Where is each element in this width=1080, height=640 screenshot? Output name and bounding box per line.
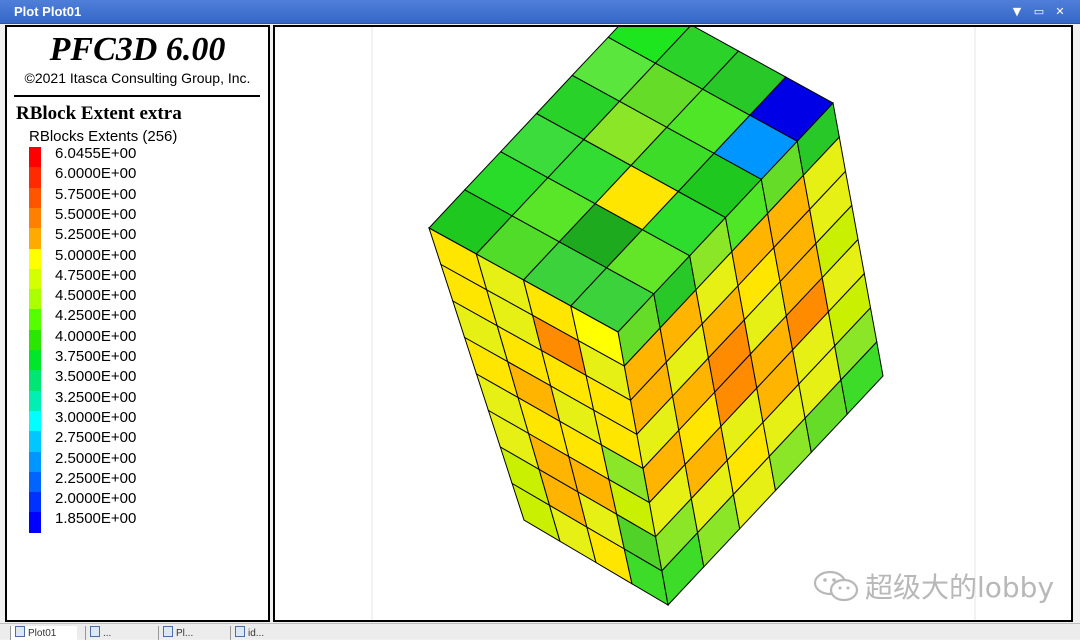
scale-label: 4.5000E+00	[55, 287, 137, 305]
scale-swatch	[29, 451, 41, 473]
watermark-text: 超级大的lobby	[865, 571, 1055, 604]
restore-icon[interactable]: ▭	[1030, 3, 1048, 20]
plot-icon	[15, 626, 25, 637]
scale-label: 4.2500E+00	[55, 307, 137, 325]
scale-label: 3.0000E+00	[55, 408, 137, 426]
scale-swatch	[29, 329, 41, 351]
scale-swatch	[29, 410, 41, 432]
scale-swatch	[29, 431, 41, 453]
scale-label: 4.7500E+00	[55, 266, 137, 284]
document-icon	[235, 626, 245, 637]
scale-label: 3.7500E+00	[55, 348, 137, 365]
scale-swatch	[29, 471, 41, 493]
window-title: Plot Plot01	[14, 4, 82, 19]
scale-label: 2.7500E+00	[55, 429, 137, 447]
legend-divider	[14, 95, 260, 97]
scale-label: 2.0000E+00	[55, 490, 137, 508]
scale-label: 3.2500E+00	[55, 388, 137, 406]
tab-label: Plot01	[28, 628, 57, 639]
scale-label: 5.2500E+00	[55, 226, 137, 244]
scale-label: 5.0000E+00	[55, 246, 137, 264]
scale-swatch	[29, 268, 41, 290]
app-name: PFC3D 6.00	[49, 31, 226, 68]
scale-label: 6.0000E+00	[55, 165, 137, 183]
copyright-text: ©2021 Itasca Consulting Group, Inc.	[24, 70, 251, 86]
scale-swatch	[29, 147, 41, 168]
legend-panel: PFC3D 6.00 ©2021 Itasca Consulting Group…	[5, 25, 270, 622]
scale-swatch	[29, 289, 41, 311]
scale-label: 5.7500E+00	[55, 185, 137, 203]
window-title-bar[interactable]: Plot Plot01 ▼ ▭ ✕	[0, 0, 1080, 24]
rblock-assembly	[428, 27, 884, 607]
3d-block-plot[interactable]	[275, 27, 1071, 620]
tab-label: ...	[103, 628, 112, 639]
scale-label: 1.8500E+00	[55, 510, 137, 528]
document-icon	[90, 626, 100, 637]
bottom-tab-strip: Plot01 ... Pl... id...	[0, 623, 1080, 640]
scale-swatch	[29, 207, 41, 229]
scale-swatch	[29, 350, 41, 371]
scale-swatch	[29, 187, 41, 209]
scale-label: 3.5000E+00	[55, 368, 137, 386]
scale-swatch	[29, 228, 41, 250]
scale-label: 4.0000E+00	[55, 327, 137, 345]
scale-swatch	[29, 309, 41, 331]
scale-label: 2.5000E+00	[55, 449, 137, 467]
close-icon[interactable]: ✕	[1051, 3, 1069, 20]
scale-swatch	[29, 248, 41, 270]
scale-swatch	[29, 370, 41, 392]
legend-subtitle: RBlocks Extents (256)	[29, 128, 178, 145]
tab-label: Pl...	[176, 628, 194, 639]
legend-title: RBlock Extent extra	[16, 103, 182, 124]
tab-label: id...	[248, 628, 265, 639]
document-icon	[163, 626, 173, 637]
scale-label: 5.5000E+00	[55, 205, 137, 223]
scale-swatch	[29, 492, 41, 514]
scale-swatch	[29, 390, 41, 412]
scale-label: 6.0455E+00	[55, 145, 137, 162]
dropdown-arrow-icon[interactable]: ▼	[1008, 3, 1026, 20]
scale-swatch	[29, 512, 41, 534]
scale-swatch	[29, 167, 41, 189]
scale-label: 2.2500E+00	[55, 469, 137, 487]
plot-viewport[interactable]	[273, 25, 1073, 622]
wechat-icon	[813, 570, 859, 602]
